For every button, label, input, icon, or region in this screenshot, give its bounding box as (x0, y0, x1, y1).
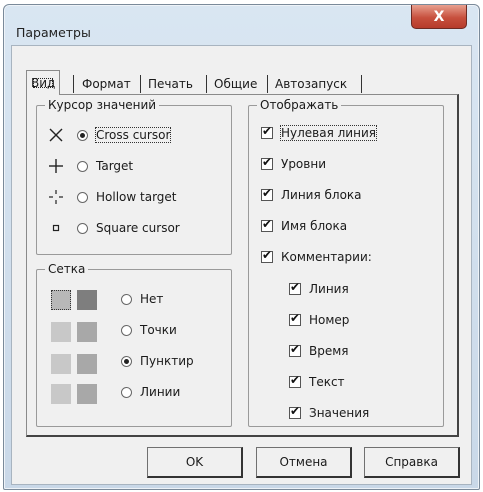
close-button[interactable]: X (411, 5, 467, 29)
grid-swatch (51, 322, 71, 342)
checkbox[interactable] (261, 155, 273, 170)
display-comments[interactable]: Комментарии: (261, 248, 372, 264)
radio-button[interactable] (121, 324, 132, 336)
cursor-option-label: Hollow target (96, 190, 177, 204)
dialog-client-area: Вид Формат Печать Общие Автозапуск Курсо… (11, 45, 472, 485)
tab-panel-vid: Курсор значений Cross cursor Target Holl… (26, 94, 459, 437)
display-levels[interactable]: Уровни (261, 155, 326, 171)
cursor-group: Курсор значений Cross cursor Target Holl… (36, 98, 232, 255)
tab-separator (206, 75, 207, 93)
grid-option-dots[interactable]: Точки (121, 323, 177, 337)
checkbox[interactable] (261, 186, 273, 201)
hollow-target-icon (49, 190, 63, 204)
comment-time[interactable]: Время (289, 342, 349, 358)
grid-swatch (77, 322, 97, 342)
checkbox[interactable] (289, 404, 301, 419)
grid-option-lines[interactable]: Линии (121, 385, 180, 399)
checkbox[interactable] (261, 248, 273, 263)
grid-option-label: Нет (140, 292, 164, 306)
grid-option-label: Линии (140, 385, 181, 399)
grid-swatch (51, 290, 71, 310)
tab-separator (73, 75, 74, 93)
grid-option-label: Пунктир (140, 354, 194, 368)
target-icon (49, 159, 63, 173)
radio-button[interactable] (77, 191, 88, 203)
tab-general[interactable]: Общие (210, 74, 261, 94)
checkbox-label: Номер (309, 313, 350, 327)
checkbox-label: Время (309, 344, 349, 358)
grid-swatch (77, 354, 97, 374)
grid-swatch (77, 384, 97, 404)
tab-separator (267, 75, 268, 93)
display-group: Отображать Нулевая линия Уровни Линия бл… (248, 98, 444, 427)
radio-button[interactable] (121, 355, 132, 367)
cancel-button[interactable]: Отмена (256, 447, 352, 478)
tab-autostart[interactable]: Автозапуск (271, 74, 351, 94)
close-icon: X (433, 8, 445, 25)
ok-button[interactable]: OK (147, 447, 243, 478)
tab-label: Вид (31, 76, 56, 90)
cursor-option-label: Target (96, 159, 134, 173)
cursor-option-cross[interactable]: Cross cursor (47, 126, 172, 144)
tab-separator (140, 75, 141, 93)
settings-dialog: Параметры X Вид Формат Печать Общие Авто… (3, 4, 480, 490)
checkbox-label: Линия блока (281, 188, 362, 202)
window-title: Параметры (16, 25, 91, 40)
comment-number[interactable]: Номер (289, 311, 350, 327)
radio-button[interactable] (77, 222, 88, 234)
title-bar: Параметры X (4, 5, 479, 43)
tab-print[interactable]: Печать (144, 74, 197, 94)
cursor-option-label: Square cursor (96, 221, 180, 235)
tab-vid[interactable]: Вид (26, 70, 61, 95)
grid-group: Сетка Нет Точки Пунктир Линии (36, 262, 232, 427)
grid-option-none[interactable]: Нет (121, 292, 163, 306)
display-group-title: Отображать (257, 98, 342, 112)
checkbox-label: Нулевая линия (280, 125, 377, 141)
square-icon (52, 224, 60, 232)
radio-button[interactable] (121, 386, 132, 398)
cross-icon (49, 128, 63, 142)
cursor-option-hollow-target[interactable]: Hollow target (47, 188, 177, 206)
help-button[interactable]: Справка (364, 447, 460, 478)
radio-button[interactable] (121, 293, 132, 305)
grid-swatch (77, 290, 97, 310)
grid-group-title: Сетка (45, 262, 89, 276)
checkbox[interactable] (289, 342, 301, 357)
tab-format[interactable]: Формат (78, 74, 135, 94)
checkbox-label: Текст (309, 375, 345, 389)
checkbox[interactable] (289, 373, 301, 388)
grid-option-dashed[interactable]: Пунктир (121, 354, 194, 368)
comment-text[interactable]: Текст (289, 373, 345, 389)
checkbox-label: Значения (309, 406, 370, 420)
checkbox[interactable] (289, 311, 301, 326)
checkbox[interactable] (261, 217, 273, 232)
display-zero-line[interactable]: Нулевая линия (261, 124, 377, 141)
comment-values[interactable]: Значения (289, 404, 370, 420)
grid-swatch (51, 384, 71, 404)
grid-option-label: Точки (140, 323, 177, 337)
checkbox-label: Комментарии: (281, 250, 372, 264)
display-block-line[interactable]: Линия блока (261, 186, 362, 202)
tab-separator (361, 75, 362, 93)
checkbox-label: Линия (309, 282, 349, 296)
grid-swatch (51, 354, 71, 374)
cursor-group-title: Курсор значений (45, 98, 160, 112)
comment-line[interactable]: Линия (289, 280, 349, 296)
display-block-name[interactable]: Имя блока (261, 217, 348, 233)
cursor-option-target[interactable]: Target (47, 157, 133, 175)
radio-button[interactable] (77, 129, 88, 141)
checkbox[interactable] (289, 280, 301, 295)
radio-button[interactable] (77, 160, 88, 172)
checkbox[interactable] (261, 124, 273, 139)
checkbox-label: Уровни (281, 157, 326, 171)
cursor-option-label: Cross cursor (94, 127, 172, 143)
checkbox-label: Имя блока (281, 219, 348, 233)
cursor-option-square[interactable]: Square cursor (47, 219, 180, 237)
